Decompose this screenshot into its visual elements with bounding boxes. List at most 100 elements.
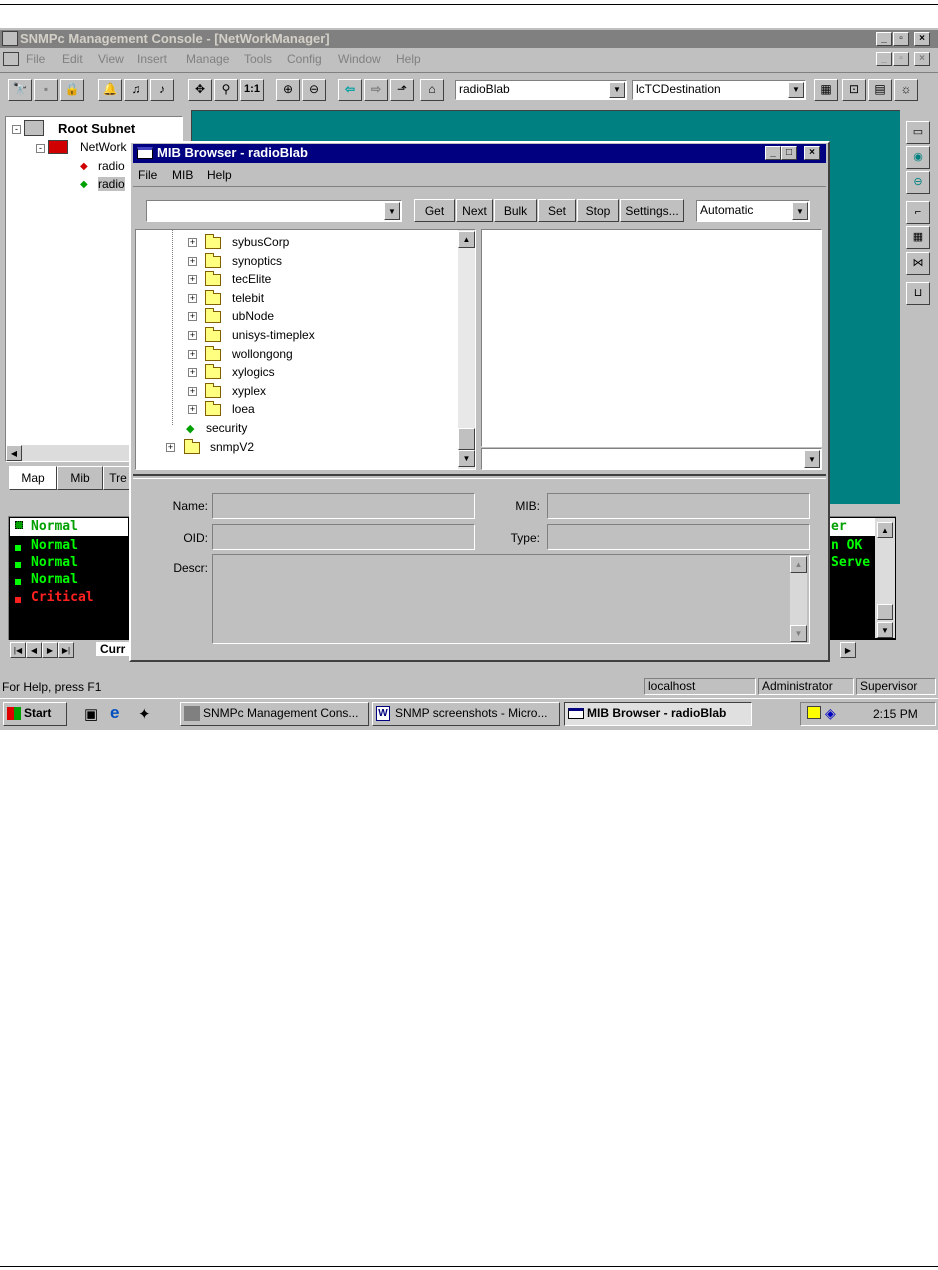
splitter[interactable] xyxy=(133,474,826,479)
scroll-thumb[interactable] xyxy=(458,428,475,450)
menu-tools[interactable]: Tools xyxy=(244,49,272,69)
expand-icon[interactable]: + xyxy=(188,386,197,396)
expand-icon[interactable]: + xyxy=(188,368,197,378)
device-icon[interactable]: ▭ xyxy=(906,121,930,144)
link-icon[interactable]: ⌐ xyxy=(906,201,930,224)
tree-item-radio-1[interactable]: radio xyxy=(98,159,125,173)
back-arrow-icon[interactable]: ⇦ xyxy=(338,79,362,101)
event-vertical-scrollbar[interactable]: ▲ ▼ xyxy=(875,518,895,638)
set-button[interactable]: Set xyxy=(538,199,576,222)
mib-tree-scrollbar[interactable]: ▲ ▼ xyxy=(458,230,475,469)
zoom-reset-button[interactable]: 1:1 xyxy=(240,79,264,101)
expand-icon[interactable]: + xyxy=(188,275,197,285)
home-icon[interactable]: ⌂ xyxy=(420,79,444,101)
device-combo[interactable]: radioBlab ▼ xyxy=(455,80,627,100)
mib-menu-mib[interactable]: MIB xyxy=(172,168,193,182)
group-icon[interactable]: ▦ xyxy=(906,226,930,249)
mdi-minimize-button[interactable]: _ xyxy=(876,52,892,66)
menu-file[interactable]: File xyxy=(26,49,45,69)
collapse-icon[interactable]: - xyxy=(12,125,21,134)
mib-menu-help[interactable]: Help xyxy=(207,168,232,182)
tab-mib[interactable]: Mib xyxy=(57,466,103,490)
scroll-down-icon[interactable]: ▼ xyxy=(790,625,807,642)
collapse-icon[interactable]: - xyxy=(36,144,45,153)
find-icon[interactable]: 🔭 xyxy=(8,79,32,101)
menu-window[interactable]: Window xyxy=(338,49,381,69)
mode-combo[interactable]: Automatic ▼ xyxy=(696,200,810,222)
table-icon[interactable]: ▦ xyxy=(814,79,838,101)
first-page-icon[interactable]: |◀ xyxy=(10,642,26,658)
expand-icon[interactable]: + xyxy=(188,312,197,322)
scroll-up-icon[interactable]: ▲ xyxy=(458,231,475,248)
task-snmpc[interactable]: SNMPc Management Cons... xyxy=(180,702,369,726)
edit-icon[interactable]: ▪ xyxy=(34,79,58,101)
last-page-icon[interactable]: ▶| xyxy=(58,642,74,658)
expand-icon[interactable]: + xyxy=(188,238,197,247)
expand-icon[interactable]: + xyxy=(188,331,197,340)
next-page-icon[interactable]: ▶ xyxy=(42,642,58,658)
tab-current[interactable]: Curr xyxy=(96,642,130,656)
get-button[interactable]: Get xyxy=(414,199,455,222)
tree-network[interactable]: NetWork xyxy=(80,140,126,154)
chevron-down-icon[interactable]: ▼ xyxy=(804,450,820,468)
scroll-thumb[interactable] xyxy=(877,604,893,620)
scroll-up-icon[interactable]: ▲ xyxy=(790,556,807,573)
desktop-icon[interactable]: ▣ xyxy=(84,705,98,723)
mib-value-combo[interactable]: ▼ xyxy=(481,448,822,470)
map-object-icon[interactable]: ⊔ xyxy=(906,282,930,305)
scroll-down-icon[interactable]: ▼ xyxy=(458,450,475,467)
restore-button[interactable]: ▫ xyxy=(893,32,909,46)
menu-help[interactable]: Help xyxy=(396,49,421,69)
menu-edit[interactable]: Edit xyxy=(62,49,83,69)
mib-field[interactable] xyxy=(547,493,810,519)
mdi-close-button[interactable]: × xyxy=(914,52,930,66)
chevron-down-icon[interactable]: ▼ xyxy=(788,82,804,98)
tree-item-radio-2[interactable]: radio xyxy=(98,177,125,191)
chevron-down-icon[interactable]: ▼ xyxy=(792,202,808,220)
scroll-left-icon[interactable]: ◀ xyxy=(6,445,22,461)
close-button[interactable]: × xyxy=(914,32,930,46)
move-icon[interactable]: ✥ xyxy=(188,79,212,101)
ie-icon[interactable]: e xyxy=(110,703,119,723)
tray-network-icon[interactable] xyxy=(807,706,821,719)
stop-button[interactable]: Stop xyxy=(577,199,619,222)
oid-field[interactable] xyxy=(212,524,475,550)
type-field[interactable] xyxy=(547,524,810,550)
channels-icon[interactable]: ✦ xyxy=(138,705,151,723)
scroll-down-icon[interactable]: ▼ xyxy=(877,622,893,638)
alarm-bell-icon[interactable]: 🔔 xyxy=(98,79,122,101)
next-button[interactable]: Next xyxy=(456,199,493,222)
bulk-button[interactable]: Bulk xyxy=(494,199,537,222)
sun-icon[interactable]: ☼ xyxy=(894,79,918,101)
bell-icon[interactable]: ♫ xyxy=(124,79,148,101)
goto-icon[interactable]: ⊖ xyxy=(906,171,930,194)
descr-scrollbar[interactable]: ▲ ▼ xyxy=(790,556,807,642)
expand-icon[interactable]: + xyxy=(188,405,197,415)
minimize-button[interactable]: _ xyxy=(876,32,892,46)
prev-page-icon[interactable]: ◀ xyxy=(26,642,42,658)
tree-root-subnet[interactable]: Root Subnet xyxy=(58,121,135,136)
scroll-up-icon[interactable]: ▲ xyxy=(877,522,893,538)
report-icon[interactable]: ▤ xyxy=(868,79,892,101)
descr-field[interactable]: ▲ ▼ xyxy=(212,554,810,644)
lock-icon[interactable]: 🔒 xyxy=(60,79,84,101)
scroll-right-icon[interactable]: ▶ xyxy=(840,642,856,658)
network-node-icon[interactable]: ◉ xyxy=(906,146,930,169)
mib-minimize-button[interactable]: _ xyxy=(765,146,781,160)
forward-arrow-icon[interactable]: ⇨ xyxy=(364,79,388,101)
chevron-down-icon[interactable]: ▼ xyxy=(609,82,625,98)
mib-value-list[interactable] xyxy=(481,229,822,447)
bells-icon[interactable]: ♪ xyxy=(150,79,174,101)
start-button[interactable]: Start xyxy=(3,702,67,726)
task-word[interactable]: W SNMP screenshots - Micro... xyxy=(372,702,560,726)
settings-button[interactable]: Settings... xyxy=(620,199,684,222)
mib-tree[interactable]: + sybusCorp + synoptics + tecElite + telebit + ub… xyxy=(135,229,476,470)
expand-icon[interactable]: + xyxy=(166,442,175,452)
tab-map[interactable]: Map xyxy=(9,466,57,490)
graph-icon[interactable]: ⊡ xyxy=(842,79,866,101)
mib-menu-file[interactable]: File xyxy=(138,168,157,182)
subnet-layout-icon[interactable]: ⋈ xyxy=(906,252,930,275)
menu-config[interactable]: Config xyxy=(287,49,322,69)
expand-icon[interactable]: + xyxy=(188,293,197,303)
clock[interactable]: 2:15 PM xyxy=(873,707,918,721)
